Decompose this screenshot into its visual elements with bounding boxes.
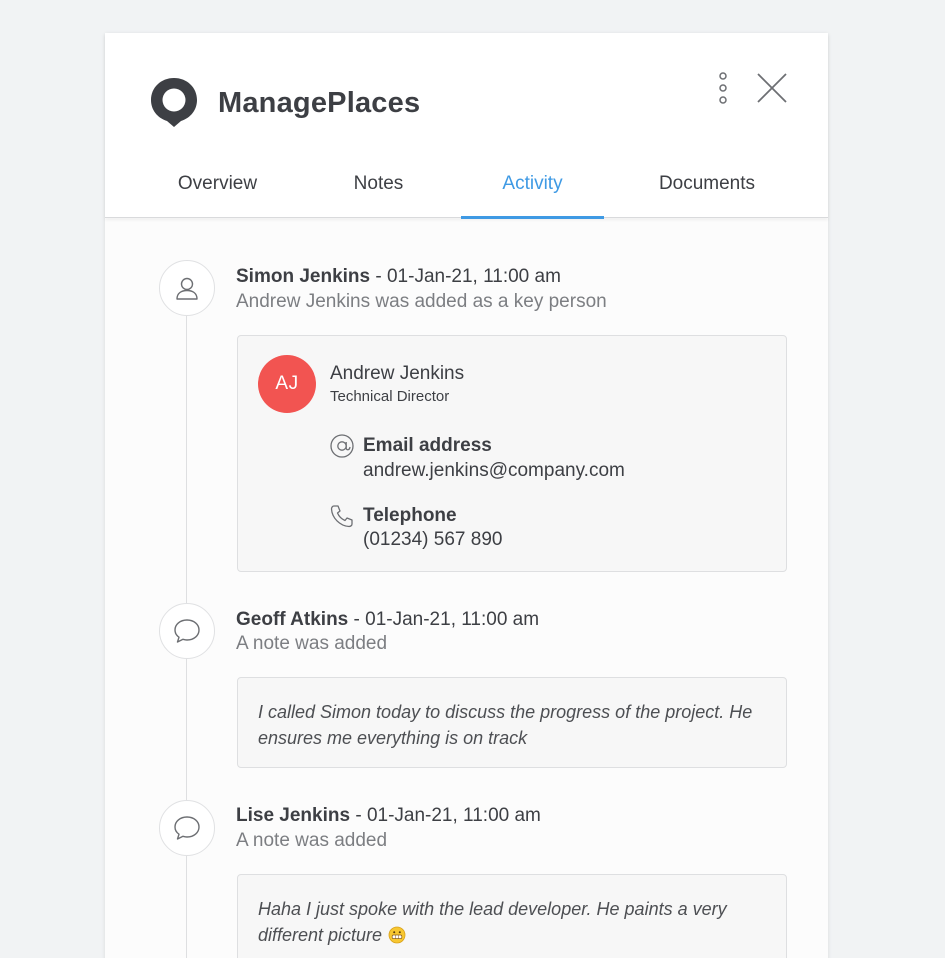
activity-panel: ManagePlaces Overview Notes Activity Doc… bbox=[105, 33, 828, 958]
location-bubble-icon bbox=[151, 78, 197, 127]
note-text: I called Simon today to discuss the prog… bbox=[258, 702, 753, 748]
email-label: Email address bbox=[363, 435, 492, 456]
note-text: Haha I just spoke with the lead develope… bbox=[258, 896, 762, 948]
speech-bubble-icon bbox=[159, 800, 215, 856]
activity-description: A note was added bbox=[236, 633, 388, 654]
activity-header: Simon Jenkins - 01-Jan-21, 11:00 am bbox=[236, 266, 561, 288]
note-card: I called Simon today to discuss the prog… bbox=[237, 677, 787, 768]
grimace-emoji-icon bbox=[388, 926, 406, 944]
activity-feed: Simon Jenkins - 01-Jan-21, 11:00 am Andr… bbox=[105, 219, 828, 958]
tab-documents[interactable]: Documents bbox=[643, 161, 771, 218]
at-icon bbox=[330, 434, 354, 458]
activity-author: Geoff Atkins bbox=[236, 609, 349, 630]
activity-description: A note was added bbox=[236, 830, 388, 851]
tab-notes[interactable]: Notes bbox=[330, 161, 427, 218]
person-name: Andrew Jenkins bbox=[330, 363, 465, 384]
more-vertical-icon[interactable] bbox=[713, 71, 733, 105]
activity-timestamp: - 01-Jan-21, 11:00 am bbox=[348, 609, 540, 630]
speech-bubble-icon bbox=[159, 603, 215, 659]
activity-author: Lise Jenkins bbox=[236, 805, 351, 826]
tab-overview[interactable]: Overview bbox=[160, 161, 275, 218]
tab-bar: Overview Notes Activity Documents bbox=[105, 161, 828, 219]
tab-activity[interactable]: Activity bbox=[461, 161, 604, 219]
activity-author: Simon Jenkins bbox=[236, 266, 371, 287]
email-value[interactable]: andrew.jenkins@company.com bbox=[363, 460, 625, 482]
note-card: Haha I just spoke with the lead develope… bbox=[237, 874, 787, 958]
user-icon bbox=[159, 260, 215, 316]
person-role: Technical Director bbox=[330, 388, 450, 405]
app-title: ManagePlaces bbox=[218, 87, 421, 119]
activity-timestamp: - 01-Jan-21, 11:00 am bbox=[370, 266, 561, 287]
key-person-card: AJ Andrew Jenkins Technical Director Ema… bbox=[237, 335, 787, 572]
panel-header: ManagePlaces Overview Notes Activity Doc… bbox=[105, 33, 828, 219]
activity-header: Geoff Atkins - 01-Jan-21, 11:00 am bbox=[236, 609, 539, 631]
close-icon[interactable] bbox=[755, 71, 789, 105]
activity-description: Andrew Jenkins was added as a key person bbox=[236, 291, 607, 312]
telephone-value[interactable]: (01234) 567 890 bbox=[363, 529, 502, 551]
telephone-label: Telephone bbox=[363, 505, 457, 526]
activity-timestamp: - 01-Jan-21, 11:00 am bbox=[350, 805, 541, 826]
note-text-content: Haha I just spoke with the lead develope… bbox=[258, 899, 727, 945]
avatar: AJ bbox=[258, 355, 316, 413]
activity-header: Lise Jenkins - 01-Jan-21, 11:00 am bbox=[236, 805, 541, 827]
phone-icon bbox=[330, 505, 353, 528]
